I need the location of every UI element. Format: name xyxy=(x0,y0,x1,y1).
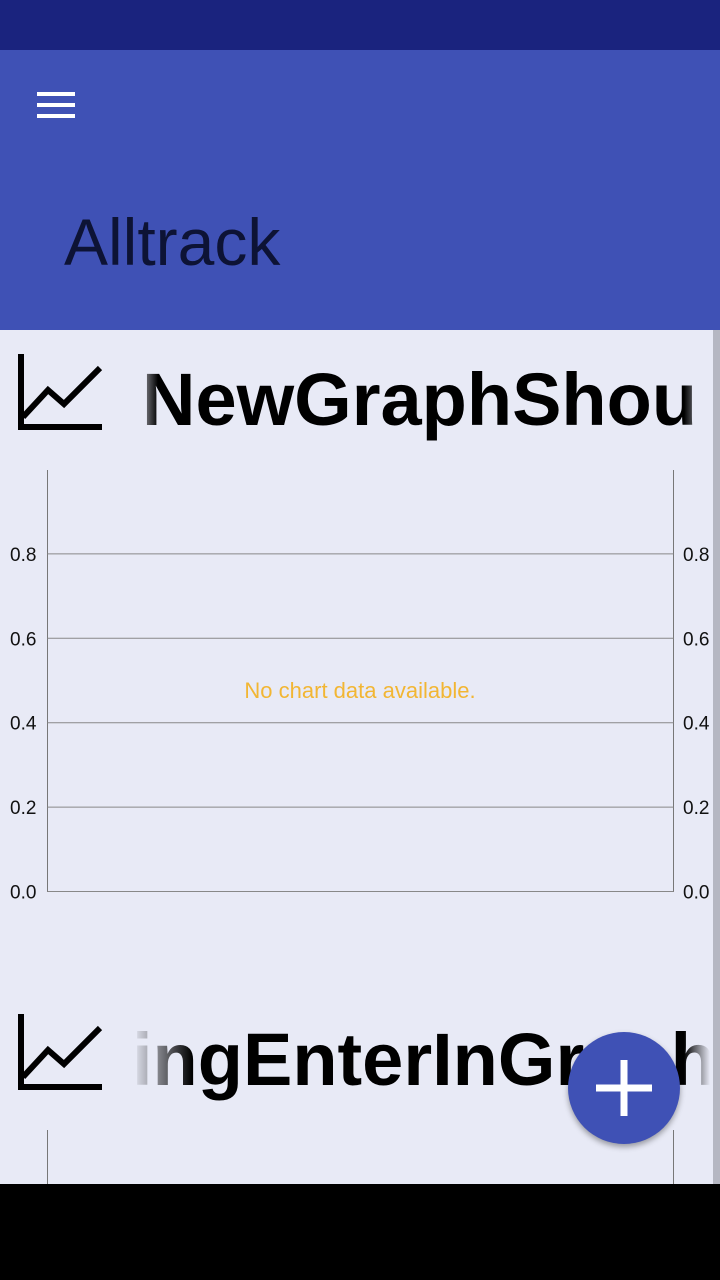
navigation-bar xyxy=(0,1184,720,1280)
graph-title-marquee: NewGraphShou xyxy=(132,350,710,450)
app-title: Alltrack xyxy=(64,205,281,279)
add-graph-button[interactable] xyxy=(568,1032,680,1144)
fade-edge xyxy=(132,1010,192,1110)
fade-edge xyxy=(132,350,158,450)
y-tick-label-right: 0.8 xyxy=(683,545,709,566)
scrollbar[interactable] xyxy=(713,330,720,1184)
y-tick-label-right: 0.6 xyxy=(683,629,709,650)
y-tick-label-right: 0.2 xyxy=(683,798,709,819)
hamburger-menu-icon xyxy=(37,92,75,96)
y-tick-label-left: 0.6 xyxy=(10,629,36,650)
line-chart-icon xyxy=(18,1014,103,1090)
graph-title: NewGraphShou xyxy=(142,358,698,441)
status-bar xyxy=(0,0,720,50)
y-tick-label-left: 0.2 xyxy=(10,798,36,819)
y-tick-label-right: 0.0 xyxy=(683,883,709,901)
no-chart-data-message: No chart data available. xyxy=(244,678,476,703)
y-tick-label-right: 0.4 xyxy=(683,714,710,735)
y-tick-label-left: 0.0 xyxy=(10,883,36,901)
menu-button[interactable] xyxy=(22,80,90,130)
y-tick-label-left: 0.8 xyxy=(10,545,36,566)
hamburger-menu-icon-line xyxy=(37,114,75,118)
fade-edge xyxy=(684,350,710,450)
plus-icon xyxy=(596,1060,652,1116)
hamburger-menu-icon-line xyxy=(37,103,75,107)
y-tick-label-left: 0.4 xyxy=(10,714,37,735)
app-bar: Alltrack xyxy=(0,50,720,330)
graph-card-header[interactable]: NewGraphShou xyxy=(0,350,712,450)
fade-edge xyxy=(684,1010,710,1110)
line-chart-icon xyxy=(18,354,103,430)
